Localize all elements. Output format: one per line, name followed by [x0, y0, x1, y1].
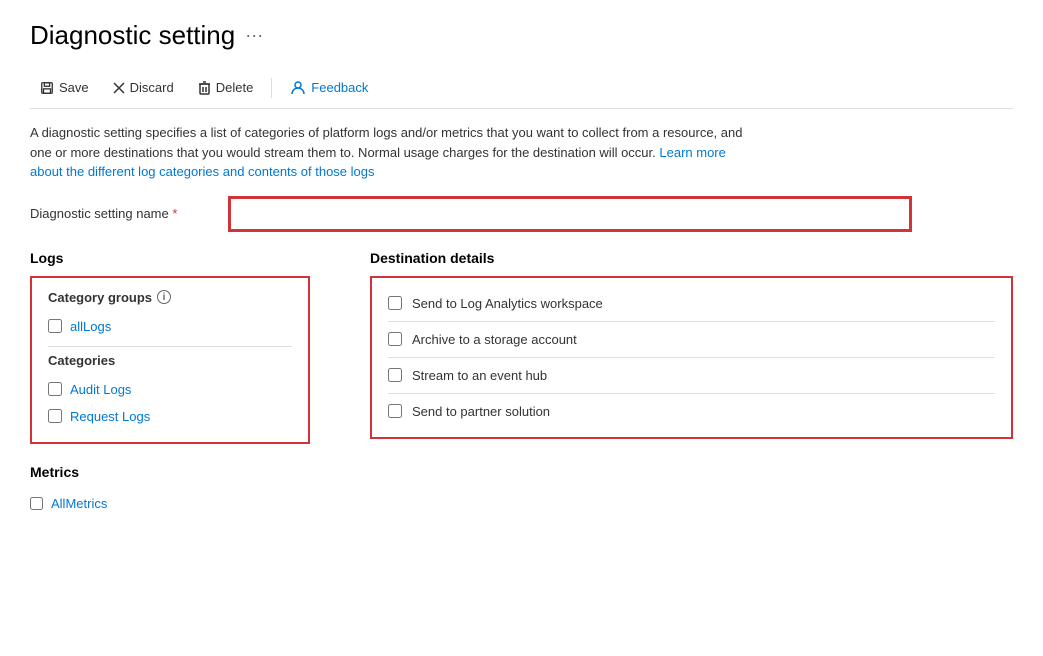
allMetrics-item: AllMetrics [30, 490, 310, 517]
destination-panel: Destination details Send to Log Analytic… [370, 250, 1013, 517]
destination-bordered-box: Send to Log Analytics workspace Archive … [370, 276, 1013, 439]
audit-logs-checkbox[interactable] [48, 382, 62, 396]
feedback-icon [290, 81, 306, 95]
storage-account-item: Archive to a storage account [388, 322, 995, 358]
partner-solution-item: Send to partner solution [388, 394, 995, 429]
save-icon [40, 81, 54, 95]
allLogs-checkbox[interactable] [48, 319, 62, 333]
diagnostic-name-label: Diagnostic setting name * [30, 206, 230, 221]
allLogs-item: allLogs [48, 313, 292, 340]
toolbar: Save Discard Delete Feedback [30, 67, 1013, 109]
request-logs-label[interactable]: Request Logs [70, 409, 150, 424]
discard-button[interactable]: Discard [103, 75, 184, 100]
main-content: Logs Category groups i allLogs Categorie… [30, 250, 1013, 517]
delete-icon [198, 81, 211, 95]
event-hub-item: Stream to an event hub [388, 358, 995, 394]
delete-button[interactable]: Delete [188, 75, 264, 100]
save-button[interactable]: Save [30, 75, 99, 100]
page-title-ellipsis: ··· [245, 25, 263, 46]
storage-account-checkbox[interactable] [388, 332, 402, 346]
feedback-button[interactable]: Feedback [280, 75, 378, 100]
partner-solution-label[interactable]: Send to partner solution [412, 404, 550, 419]
divider-1 [48, 346, 292, 347]
discard-label: Discard [130, 80, 174, 95]
diagnostic-name-field-row: Diagnostic setting name * [30, 198, 1013, 230]
logs-bordered-box: Category groups i allLogs Categories Aud… [30, 276, 310, 444]
description-text: A diagnostic setting specifies a list of… [30, 123, 750, 182]
request-logs-item: Request Logs [48, 403, 292, 430]
partner-solution-checkbox[interactable] [388, 404, 402, 418]
log-analytics-checkbox[interactable] [388, 296, 402, 310]
page-title: Diagnostic setting [30, 20, 235, 51]
metrics-section: Metrics AllMetrics [30, 464, 310, 517]
save-label: Save [59, 80, 89, 95]
log-analytics-label[interactable]: Send to Log Analytics workspace [412, 296, 603, 311]
storage-account-label[interactable]: Archive to a storage account [412, 332, 577, 347]
log-analytics-item: Send to Log Analytics workspace [388, 286, 995, 322]
delete-label: Delete [216, 80, 254, 95]
diagnostic-name-input[interactable] [230, 198, 910, 230]
audit-logs-label[interactable]: Audit Logs [70, 382, 131, 397]
event-hub-label[interactable]: Stream to an event hub [412, 368, 547, 383]
event-hub-checkbox[interactable] [388, 368, 402, 382]
allLogs-label[interactable]: allLogs [70, 319, 111, 334]
toolbar-divider [271, 78, 272, 98]
audit-logs-item: Audit Logs [48, 376, 292, 403]
categories-subsection: Categories [48, 353, 292, 368]
metrics-section-title: Metrics [30, 464, 310, 480]
allMetrics-label[interactable]: AllMetrics [51, 496, 107, 511]
destination-section-title: Destination details [370, 250, 1013, 266]
allMetrics-checkbox[interactable] [30, 497, 43, 510]
category-groups-subsection: Category groups i [48, 290, 292, 305]
request-logs-checkbox[interactable] [48, 409, 62, 423]
logs-section-title: Logs [30, 250, 310, 266]
feedback-label: Feedback [311, 80, 368, 95]
logs-panel: Logs Category groups i allLogs Categorie… [30, 250, 310, 517]
page-header: Diagnostic setting ··· [30, 20, 1013, 51]
discard-icon [113, 82, 125, 94]
info-icon[interactable]: i [157, 290, 171, 304]
required-indicator: * [172, 206, 177, 221]
